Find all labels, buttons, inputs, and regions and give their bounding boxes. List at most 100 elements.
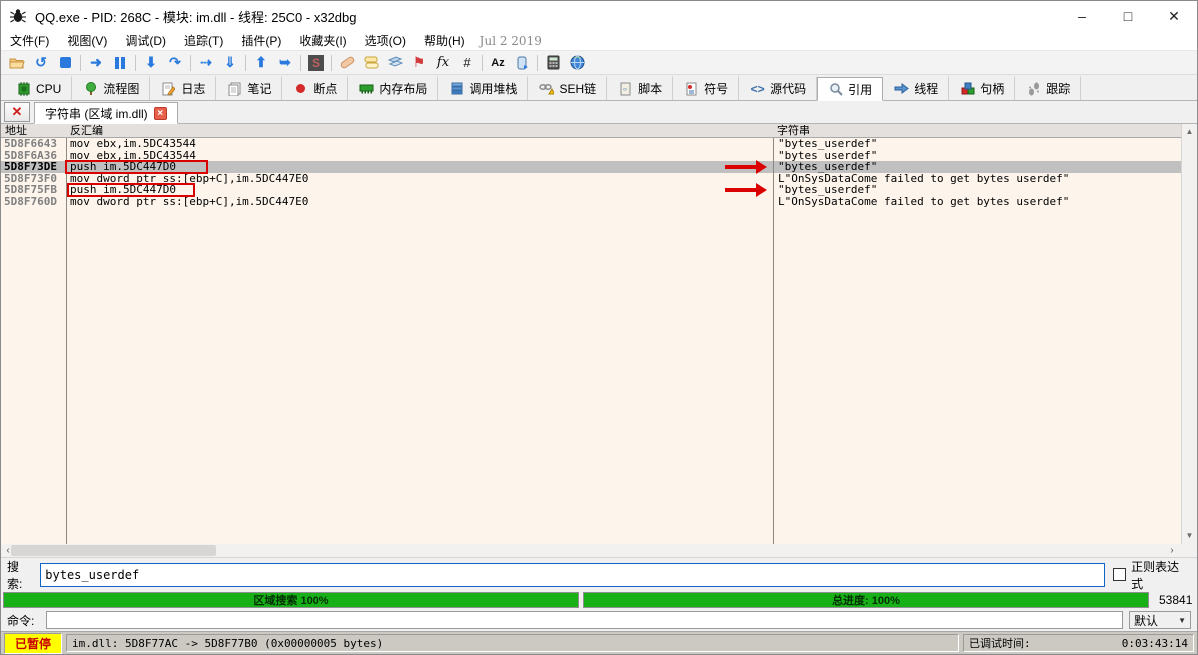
string-cell: "bytes_userdef" [773,150,1181,162]
scroll-down-icon[interactable]: ▼ [1182,529,1197,543]
symbols-icon [684,81,699,96]
tab-script[interactable]: ‹› 脚本 [607,76,673,100]
tab-symbols[interactable]: 符号 [673,76,739,100]
tab-memory-map[interactable]: 内存布局 [348,76,438,100]
string-highlight: bytes_userdef [785,138,871,150]
tab-label: 句柄 [980,80,1004,97]
command-row: 命令: 默认 ▼ [1,609,1197,631]
source-device-icon[interactable] [510,52,534,74]
patches-icon[interactable] [335,52,359,74]
tab-references[interactable]: 引用 [817,77,883,101]
step-into-icon[interactable]: ⬇ [139,52,163,74]
column-header-string[interactable]: 字符串 [773,124,1181,137]
table-row[interactable]: 5D8F75FB push im.5DC447D0 "bytes_userdef… [1,184,1181,196]
step-over-icon[interactable]: ↷ [163,52,187,74]
svg-text:‹›: ‹› [623,87,627,93]
table-header: 地址 反汇编 字符串 [1,124,1181,138]
bookmarks-icon[interactable]: ⚑ [407,52,431,74]
tab-close-icon[interactable]: × [154,107,167,120]
menu-favourites[interactable]: 收藏夹(I) [290,30,355,51]
execute-till-return-icon[interactable]: ⬆ [249,52,273,74]
tab-seh[interactable]: SEH链 [528,76,607,100]
string-text: " [1063,196,1070,208]
tab-breakpoints[interactable]: 断点 [282,76,348,100]
breakpoint-dot-icon [293,81,308,96]
tab-trace[interactable]: 跟踪 [1015,76,1081,100]
tab-handles[interactable]: 句柄 [949,76,1015,100]
tab-cpu[interactable]: CPU [5,76,72,100]
open-folder-icon[interactable] [5,52,29,74]
string-text: " [871,150,878,162]
string-highlight: bytes_userdef [977,173,1063,185]
menu-trace[interactable]: 追踪(T) [175,30,232,51]
table-row[interactable]: 5D8F760D mov dword ptr ss:[ebp+C],im.5DC… [1,196,1181,208]
column-divider[interactable] [773,138,774,544]
restart-icon[interactable]: ↺ [29,52,53,74]
menu-help[interactable]: 帮助(H) [415,30,474,51]
string-cell: "bytes_userdef" [773,138,1181,150]
tab-source[interactable]: <> 源代码 [739,76,817,100]
string-text: " [871,161,878,173]
table-row-selected[interactable]: 5D8F73DE push im.5DC447D0 "bytes_userdef… [1,161,1181,173]
functions-icon[interactable]: fx [431,52,455,74]
search-input[interactable] [40,563,1105,587]
tab-call-stack[interactable]: 调用堆栈 [438,76,528,100]
scroll-up-icon[interactable]: ▲ [1182,125,1197,139]
string-text: " [778,161,785,173]
comments-icon[interactable] [359,52,383,74]
debug-state-badge: 已暂停 [4,633,62,654]
tab-log[interactable]: 日志 [150,76,216,100]
run-icon[interactable]: ➜ [84,52,108,74]
scrollbar-thumb[interactable] [11,545,216,556]
column-header-disassembly[interactable]: 反汇编 [66,124,773,137]
case-icon[interactable]: Az [486,52,510,74]
calculator-icon[interactable] [541,52,565,74]
labels-icon[interactable] [383,52,407,74]
scroll-right-icon[interactable]: › [1165,544,1179,557]
string-cell: L"OnSysDataCome failed to get bytes_user… [773,173,1181,185]
script-icon: ‹› [618,81,633,96]
close-all-references-button[interactable]: ✕ [4,102,30,122]
command-input[interactable] [46,611,1123,629]
regex-option[interactable]: 正则表达式 [1113,558,1191,592]
menu-file[interactable]: 文件(F) [1,30,58,51]
run-to-user-code-icon[interactable]: ➥ [273,52,297,74]
tab-graph[interactable]: 流程图 [72,76,150,100]
menu-plugins[interactable]: 插件(P) [232,30,290,51]
regex-checkbox[interactable] [1113,568,1126,581]
main-tab-bar: CPU 流程图 日志 笔记 断点 内存布局 调用堆栈 SEH链 [1,75,1197,101]
hash-icon[interactable]: # [455,52,479,74]
search-label: 搜索: [7,558,34,592]
minimize-button[interactable]: – [1059,1,1105,31]
menu-debug[interactable]: 调试(D) [116,30,175,51]
table-row[interactable]: 5D8F6A36 mov ebx,im.5DC43544 "bytes_user… [1,150,1181,162]
seh-icon[interactable]: S [304,52,328,74]
table-row[interactable]: 5D8F73F0 mov dword ptr ss:[ebp+C],im.5DC… [1,173,1181,185]
disassembly-cell: push im.5DC447D0 [66,161,773,173]
tab-threads[interactable]: 线程 [883,76,949,100]
maximize-button[interactable]: □ [1105,1,1151,31]
menu-options[interactable]: 选项(O) [356,30,415,51]
close-button[interactable]: ✕ [1151,1,1197,31]
tab-label: 符号 [704,80,728,97]
tab-notes[interactable]: 笔记 [216,76,282,100]
toolbar: ↺ ➜ ⬇ ↷ ⇢ ⇓ ⬆ ➥ S ⚑ fx # Az [1,51,1197,75]
status-bar: 已暂停 im.dll: 5D8F77AC -> 5D8F77B0 (0x0000… [1,631,1197,654]
horizontal-scrollbar[interactable]: ‹ › [1,544,1197,558]
column-header-address[interactable]: 地址 [1,124,66,137]
internet-icon[interactable] [565,52,589,74]
table-row[interactable]: 5D8F6643 mov ebx,im.5DC43544 "bytes_user… [1,138,1181,150]
pause-icon[interactable] [108,52,132,74]
string-text: L"OnSysDataCome failed to get [778,196,977,208]
strings-reference-tab[interactable]: 字符串 (区域 im.dll) × [34,102,178,124]
string-highlight: bytes_userdef [977,196,1063,208]
menu-view[interactable]: 视图(V) [58,30,116,51]
title-bar: QQ.exe - PID: 268C - 模块: im.dll - 线程: 25… [1,1,1197,31]
trace-over-icon[interactable]: ⇓ [218,52,242,74]
column-divider[interactable] [66,138,67,544]
command-profile-dropdown[interactable]: 默认 ▼ [1129,611,1191,629]
trace-into-icon[interactable]: ⇢ [194,52,218,74]
vertical-scrollbar[interactable]: ▲ ▼ [1181,124,1197,544]
profile-value: 默认 [1134,612,1158,629]
stop-icon[interactable] [53,52,77,74]
